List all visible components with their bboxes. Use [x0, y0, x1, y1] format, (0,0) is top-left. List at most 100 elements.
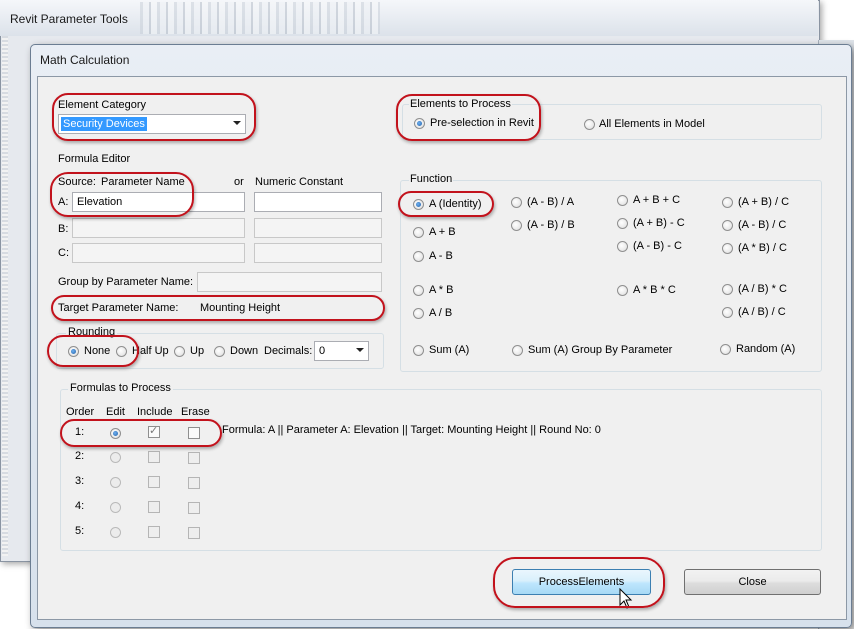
fn-a-plus-b-plus-c-radio[interactable] — [617, 195, 628, 206]
fn-apb-over-c-label: (A + B) / C — [738, 196, 790, 208]
row-1-formula-text: Formula: A || Parameter A: Elevation || … — [222, 424, 601, 436]
fn-amb-minus-c-label: (A - B) - C — [633, 240, 682, 252]
row-2-edit-radio[interactable] — [110, 452, 121, 463]
round-none-radio[interactable] — [68, 346, 79, 357]
fn-a-minus-b-label: A - B — [429, 250, 453, 262]
group-by-label: Group by Parameter Name: — [58, 276, 194, 288]
row-3-edit-radio[interactable] — [110, 477, 121, 488]
fn-a-plus-b-label: A + B — [429, 226, 456, 238]
chevron-down-icon — [356, 348, 364, 352]
row-1-order: 1: — [75, 426, 85, 438]
fn-apb-minus-c-radio[interactable] — [617, 218, 628, 229]
erase-header: Erase — [181, 406, 210, 418]
constant-a-input[interactable] — [254, 192, 382, 212]
round-down-label: Down — [230, 345, 259, 357]
background-window-edge — [2, 36, 8, 556]
round-down-radio[interactable] — [214, 346, 225, 357]
row-a-label: A: — [58, 196, 69, 208]
pre-selection-radio[interactable] — [414, 118, 425, 129]
fn-adb-over-c-radio[interactable] — [722, 307, 733, 318]
fn-a-plus-b-plus-c-label: A + B + C — [633, 194, 681, 206]
element-category-dropdown[interactable]: Security Devices — [58, 114, 246, 134]
fn-sum-a-label: Sum (A) — [429, 344, 470, 356]
row-c-label: C: — [58, 247, 69, 259]
parameter-a-input[interactable]: Elevation — [72, 192, 245, 212]
numeric-constant-header: Numeric Constant — [255, 176, 344, 188]
row-1-edit-radio[interactable] — [110, 428, 121, 439]
row-3-include-checkbox[interactable] — [148, 476, 160, 488]
round-none-label: None — [84, 345, 111, 357]
row-2-erase-checkbox[interactable] — [188, 452, 200, 464]
row-3-erase-checkbox[interactable] — [188, 477, 200, 489]
fn-amb-over-c-label: (A - B) / C — [738, 219, 787, 231]
fn-adb-times-c-label: (A / B) * C — [738, 283, 787, 295]
row-5-include-checkbox[interactable] — [148, 526, 160, 538]
row-1-include-checkbox[interactable] — [148, 424, 160, 438]
close-button[interactable]: Close — [684, 569, 821, 595]
parameter-a-value: Elevation — [77, 196, 123, 208]
constant-c-input[interactable] — [254, 243, 382, 263]
fn-a-identity-radio[interactable] — [413, 199, 424, 210]
include-header: Include — [137, 406, 173, 418]
fn-sum-group-radio[interactable] — [512, 345, 523, 356]
fn-a-times-b-times-c-radio[interactable] — [617, 285, 628, 296]
fn-amb-minus-c-radio[interactable] — [617, 241, 628, 252]
fn-amb-over-a-label: (A - B) / A — [527, 196, 575, 208]
fn-a-times-b-radio[interactable] — [413, 285, 424, 296]
dialog-title: Math Calculation — [40, 53, 130, 67]
target-parameter-value[interactable]: Mounting Height — [200, 302, 280, 314]
pre-selection-label: Pre-selection in Revit — [430, 117, 534, 129]
row-4-edit-radio[interactable] — [110, 502, 121, 513]
fn-apb-minus-c-label: (A + B) - C — [633, 217, 685, 229]
fn-a-div-b-label: A / B — [429, 307, 453, 319]
constant-b-input[interactable] — [254, 218, 382, 238]
fn-sum-a-radio[interactable] — [413, 345, 424, 356]
element-category-value: Security Devices — [61, 117, 147, 131]
round-half-up-label: Half Up — [132, 345, 169, 357]
element-category-label: Element Category — [58, 99, 147, 111]
row-2-order: 2: — [75, 450, 85, 462]
round-up-radio[interactable] — [174, 346, 185, 357]
fn-random-a-radio[interactable] — [720, 344, 731, 355]
parameter-name-header: Parameter Name — [101, 176, 185, 188]
row-2-include-checkbox[interactable] — [148, 451, 160, 463]
target-parameter-label: Target Parameter Name: — [58, 302, 179, 314]
order-header: Order — [66, 406, 95, 418]
fn-adb-times-c-radio[interactable] — [722, 284, 733, 295]
fn-amb-over-b-radio[interactable] — [511, 220, 522, 231]
function-label: Function — [409, 173, 454, 185]
parameter-b-input[interactable] — [72, 218, 245, 238]
fn-amb-over-c-radio[interactable] — [722, 220, 733, 231]
fn-adb-over-c-label: (A / B) / C — [738, 306, 786, 318]
parameter-c-input[interactable] — [72, 243, 245, 263]
fn-atb-over-c-radio[interactable] — [722, 243, 733, 254]
fn-a-div-b-radio[interactable] — [413, 308, 424, 319]
row-5-edit-radio[interactable] — [110, 527, 121, 538]
decimals-label: Decimals: — [264, 345, 313, 357]
all-elements-label: All Elements in Model — [599, 118, 705, 130]
elements-to-process-label: Elements to Process — [409, 98, 512, 110]
row-5-order: 5: — [75, 525, 85, 537]
row-1-erase-checkbox[interactable] — [188, 427, 200, 439]
round-up-label: Up — [190, 345, 205, 357]
fn-amb-over-a-radio[interactable] — [511, 197, 522, 208]
all-elements-radio[interactable] — [584, 119, 595, 130]
background-window-blurred-region — [140, 2, 380, 34]
background-window-title: Revit Parameter Tools — [10, 12, 128, 26]
fn-a-minus-b-radio[interactable] — [413, 251, 424, 262]
decimals-dropdown[interactable]: 0 — [314, 341, 369, 361]
fn-amb-over-b-label: (A - B) / B — [527, 219, 575, 231]
group-by-input[interactable] — [197, 272, 382, 292]
formulas-group — [60, 389, 822, 551]
fn-apb-over-c-radio[interactable] — [722, 197, 733, 208]
fn-a-identity-label: A (Identity) — [429, 198, 482, 210]
round-half-up-radio[interactable] — [116, 346, 127, 357]
row-4-erase-checkbox[interactable] — [188, 502, 200, 514]
row-4-include-checkbox[interactable] — [148, 501, 160, 513]
row-b-label: B: — [58, 223, 69, 235]
formula-editor-label: Formula Editor — [58, 153, 131, 165]
fn-atb-over-c-label: (A * B) / C — [738, 242, 787, 254]
rounding-label: Rounding — [66, 326, 118, 338]
row-5-erase-checkbox[interactable] — [188, 527, 200, 539]
fn-a-plus-b-radio[interactable] — [413, 227, 424, 238]
